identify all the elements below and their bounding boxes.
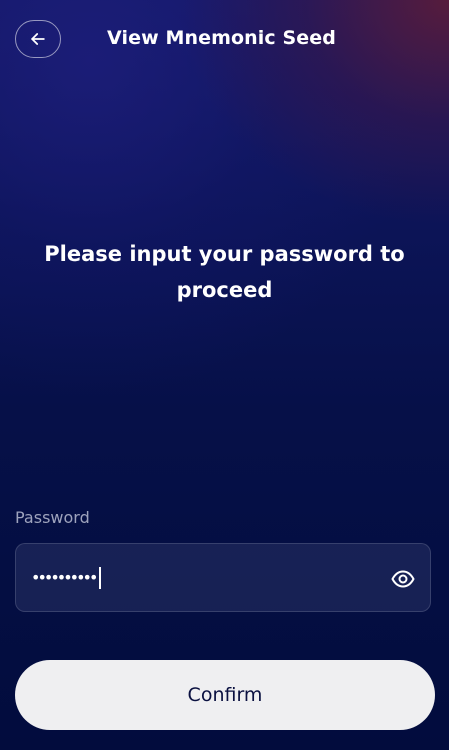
password-value: •••••••••• [31,567,98,587]
header: View Mnemonic Seed [0,0,449,80]
confirm-button[interactable]: Confirm [15,660,435,730]
password-field[interactable]: •••••••••• [15,543,431,612]
text-caret [99,566,101,589]
password-label: Password [15,508,90,527]
eye-icon[interactable] [391,567,415,591]
page-title: View Mnemonic Seed [107,27,336,49]
password-prompt: Please input your password to proceed [44,242,405,302]
